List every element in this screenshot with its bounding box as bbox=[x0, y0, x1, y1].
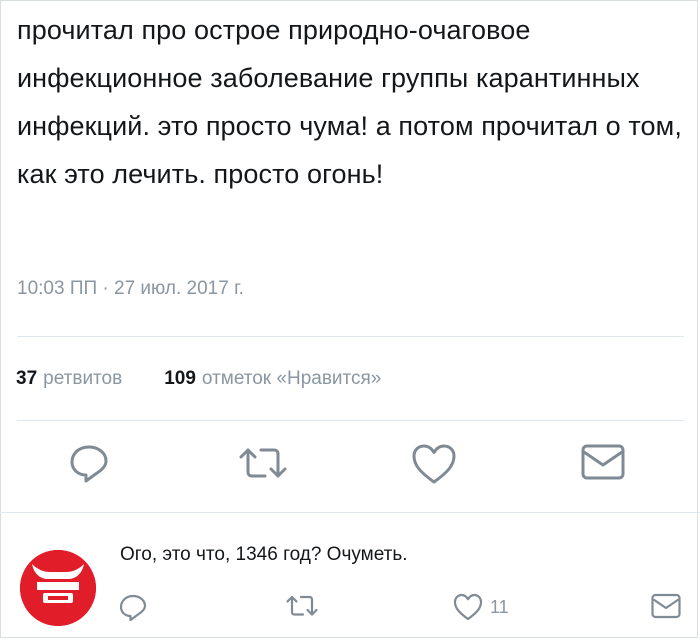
reply-tweet[interactable]: Ого, это что, 1346 год? Очуметь. 11 bbox=[0, 516, 700, 640]
divider bbox=[0, 512, 700, 513]
retweet-button[interactable] bbox=[238, 442, 288, 484]
tweet-text: прочитал про острое природно-очаговое ин… bbox=[17, 15, 682, 189]
tweet-stats: 37 ретвитов 109 отметок «Нравится» bbox=[16, 368, 381, 390]
like-button[interactable] bbox=[410, 442, 458, 486]
reply-icon bbox=[119, 594, 147, 622]
retweet-icon bbox=[239, 448, 287, 478]
likes-label: отметок «Нравится» bbox=[201, 368, 382, 389]
message-button[interactable] bbox=[580, 442, 626, 482]
reply-reply-button[interactable] bbox=[118, 592, 148, 622]
likes-count: 109 bbox=[164, 368, 196, 389]
message-icon bbox=[581, 444, 625, 480]
like-icon bbox=[412, 444, 456, 484]
reply-actions: 11 bbox=[0, 592, 700, 632]
retweet-icon bbox=[286, 595, 318, 616]
reply-button[interactable] bbox=[68, 442, 110, 484]
divider bbox=[17, 420, 684, 421]
retweets-stat[interactable]: 37 ретвитов bbox=[16, 368, 122, 390]
tweet-timestamp[interactable]: 10:03 ПП · 27 июл. 2017 г. bbox=[17, 278, 244, 300]
reply-like-count: 11 bbox=[490, 596, 509, 617]
retweets-count: 37 bbox=[16, 368, 38, 389]
reply-retweet-button[interactable] bbox=[285, 592, 319, 620]
likes-stat[interactable]: 109 отметок «Нравится» bbox=[164, 368, 381, 390]
reply-like-button[interactable]: 11 bbox=[452, 592, 509, 622]
like-icon bbox=[453, 593, 483, 621]
reply-text: Ого, это что, 1346 год? Очуметь. bbox=[120, 544, 408, 565]
reply-message-button[interactable] bbox=[650, 592, 682, 620]
reply-icon bbox=[70, 445, 108, 483]
message-icon bbox=[651, 593, 681, 619]
tweet-actions bbox=[0, 442, 700, 494]
retweets-label: ретвитов bbox=[43, 368, 123, 389]
divider bbox=[17, 336, 684, 337]
